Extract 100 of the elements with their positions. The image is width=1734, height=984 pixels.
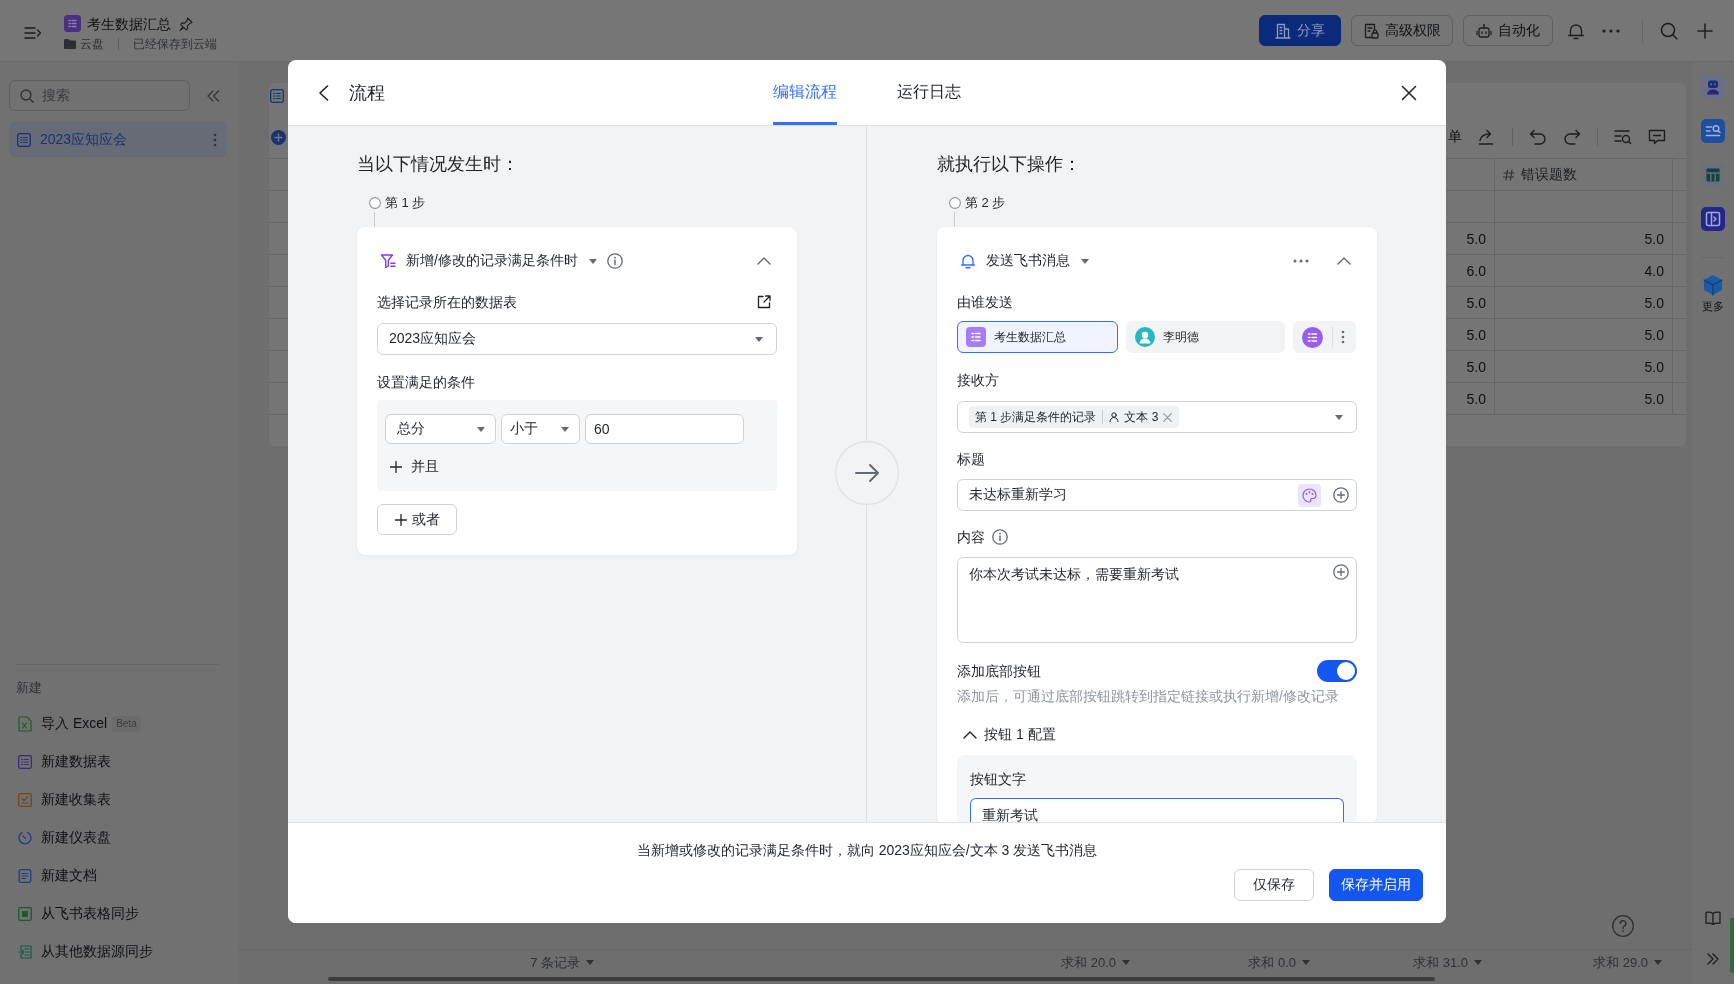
action-type-dropdown[interactable]: 发送飞书消息	[986, 252, 1089, 270]
add-icon[interactable]	[271, 129, 286, 145]
export-icon[interactable]	[1478, 129, 1496, 145]
caret-icon	[561, 426, 569, 432]
trigger-type-dropdown[interactable]: 新增/修改的记录满足条件时	[406, 252, 597, 270]
person-icon	[1109, 412, 1120, 422]
undo-icon[interactable]	[1529, 129, 1547, 145]
toggle-switch[interactable]	[1317, 660, 1357, 682]
remove-icon[interactable]	[1163, 412, 1173, 422]
column-header[interactable]: 错误题数	[1521, 165, 1577, 184]
palette-icon[interactable]	[1298, 483, 1321, 507]
field-label: 由谁发送	[957, 293, 1014, 312]
sum-dropdown[interactable]: 求和 0.0	[1130, 950, 1310, 975]
bell-icon[interactable]	[1567, 21, 1585, 40]
recipient-tag[interactable]: 第 1 步满足条件的记录 文本 3	[969, 406, 1180, 428]
find-icon[interactable]	[1614, 129, 1632, 145]
sender-option[interactable]	[1293, 321, 1356, 353]
table-cell: 5.0	[1495, 319, 1673, 351]
plus-icon	[394, 513, 407, 526]
assistant-icon[interactable]	[1701, 75, 1725, 99]
import-icon	[18, 945, 32, 959]
checklist-icon	[18, 793, 32, 807]
redo-icon[interactable]	[1563, 129, 1581, 145]
caret-icon	[1474, 960, 1482, 965]
chevron-up-icon[interactable]	[963, 731, 977, 739]
value-input[interactable]: 60	[585, 414, 744, 444]
section-toggle[interactable]: 按钮 1 配置	[957, 725, 1056, 745]
more-apps-button[interactable]: 更多	[1702, 274, 1724, 313]
more-vertical-icon[interactable]	[1341, 330, 1345, 344]
add-icon[interactable]	[1697, 22, 1713, 39]
info-icon[interactable]	[992, 529, 1008, 545]
more-icon[interactable]	[1293, 259, 1309, 263]
folder-icon	[64, 38, 76, 49]
menu-icon[interactable]	[24, 25, 42, 40]
field-select[interactable]: 总分	[385, 414, 496, 444]
table-item[interactable]: 2023应知应会	[9, 122, 227, 157]
sum-dropdown[interactable]: 求和 31.0	[1310, 950, 1482, 975]
recipient-select[interactable]: 第 1 步满足条件的记录 文本 3	[957, 401, 1357, 433]
grid-icon[interactable]	[1701, 163, 1725, 187]
more-vertical-icon[interactable]	[213, 132, 217, 147]
insert-field-icon[interactable]	[1333, 487, 1349, 503]
add-and-condition-button[interactable]: 并且	[390, 457, 439, 477]
save-button[interactable]: 仅保存	[1234, 869, 1314, 901]
button-text-input[interactable]: 重新考试	[970, 798, 1344, 822]
share-button[interactable]: 分享	[1259, 15, 1341, 46]
book-icon[interactable]	[1705, 911, 1721, 925]
external-link-icon[interactable]	[757, 295, 771, 309]
pin-icon[interactable]	[179, 16, 193, 31]
create-menu-item[interactable]: 新建收集表	[9, 781, 227, 819]
save-status: 已经保存到云端	[133, 36, 217, 51]
tab[interactable]: 运行日志	[897, 60, 961, 125]
comment-icon[interactable]	[1648, 129, 1666, 145]
create-menu-item[interactable]: 新建仪表盘	[9, 819, 227, 857]
search-icon	[20, 88, 34, 103]
sender-option[interactable]: 考生数据汇总	[957, 321, 1118, 353]
collapse-icon[interactable]	[757, 257, 771, 265]
summary-text: 当新增或修改的记录满足条件时，就向 2023应知应会/文本 3 发送飞书消息	[636, 841, 1098, 860]
more-icon[interactable]	[1602, 28, 1620, 33]
content-textarea[interactable]: 你本次考试未达标，需要重新考试	[957, 557, 1357, 643]
avatar-icon	[1135, 327, 1155, 347]
add-or-condition-button[interactable]: 或者	[377, 504, 457, 535]
collapse-icon[interactable]	[206, 89, 220, 102]
create-menu-item[interactable]: 从其他数据源同步	[9, 933, 227, 971]
save-and-enable-button[interactable]: 保存并启用	[1329, 869, 1423, 901]
create-menu-item[interactable]: 从飞书表格同步	[9, 895, 227, 933]
document-lock-icon	[1363, 22, 1379, 39]
info-icon[interactable]	[606, 253, 623, 269]
expand-icon[interactable]	[1706, 953, 1720, 965]
table-cell: 5.0	[1495, 383, 1673, 415]
table-icon	[17, 132, 31, 147]
folder-location[interactable]: 云盘	[80, 36, 104, 51]
help-icon[interactable]	[1612, 915, 1634, 937]
search-document-icon[interactable]	[1701, 119, 1725, 143]
field-label: 标题	[957, 450, 986, 469]
table-select[interactable]: 2023应知应会	[377, 323, 777, 355]
number-field-icon	[1503, 168, 1515, 181]
search-icon[interactable]	[1660, 21, 1678, 40]
filter-icon	[380, 253, 396, 269]
sender-option[interactable]: 李明德	[1126, 321, 1285, 353]
table-view-icon	[270, 88, 284, 103]
caret-icon	[1122, 960, 1130, 965]
title-input[interactable]: 未达标重新学习	[957, 479, 1357, 511]
create-menu-item[interactable]: 新建数据表	[9, 743, 227, 781]
collapse-icon[interactable]	[1337, 257, 1351, 265]
operator-select[interactable]: 小于	[501, 414, 580, 444]
toolbar-label[interactable]: 单	[1448, 128, 1462, 146]
create-menu-item[interactable]: 新建文档	[9, 857, 227, 895]
sum-dropdown[interactable]: 求和 29.0	[1482, 950, 1662, 975]
record-count-dropdown[interactable]: 7 条记录	[238, 950, 594, 975]
insert-field-icon[interactable]	[1333, 564, 1349, 580]
close-icon[interactable]	[1401, 84, 1417, 101]
scrollbar-thumb[interactable]	[328, 977, 1435, 981]
automation-button[interactable]: 自动化	[1463, 15, 1553, 46]
sum-dropdown[interactable]: 求和 20.0	[594, 950, 1130, 975]
panel-icon[interactable]	[1701, 207, 1725, 231]
back-icon[interactable]	[318, 84, 329, 101]
table-cell: 5.0	[1495, 287, 1673, 319]
step-label: 第 2 步	[965, 194, 1006, 212]
permissions-button[interactable]: 高级权限	[1351, 15, 1453, 46]
bell-icon	[960, 253, 976, 269]
